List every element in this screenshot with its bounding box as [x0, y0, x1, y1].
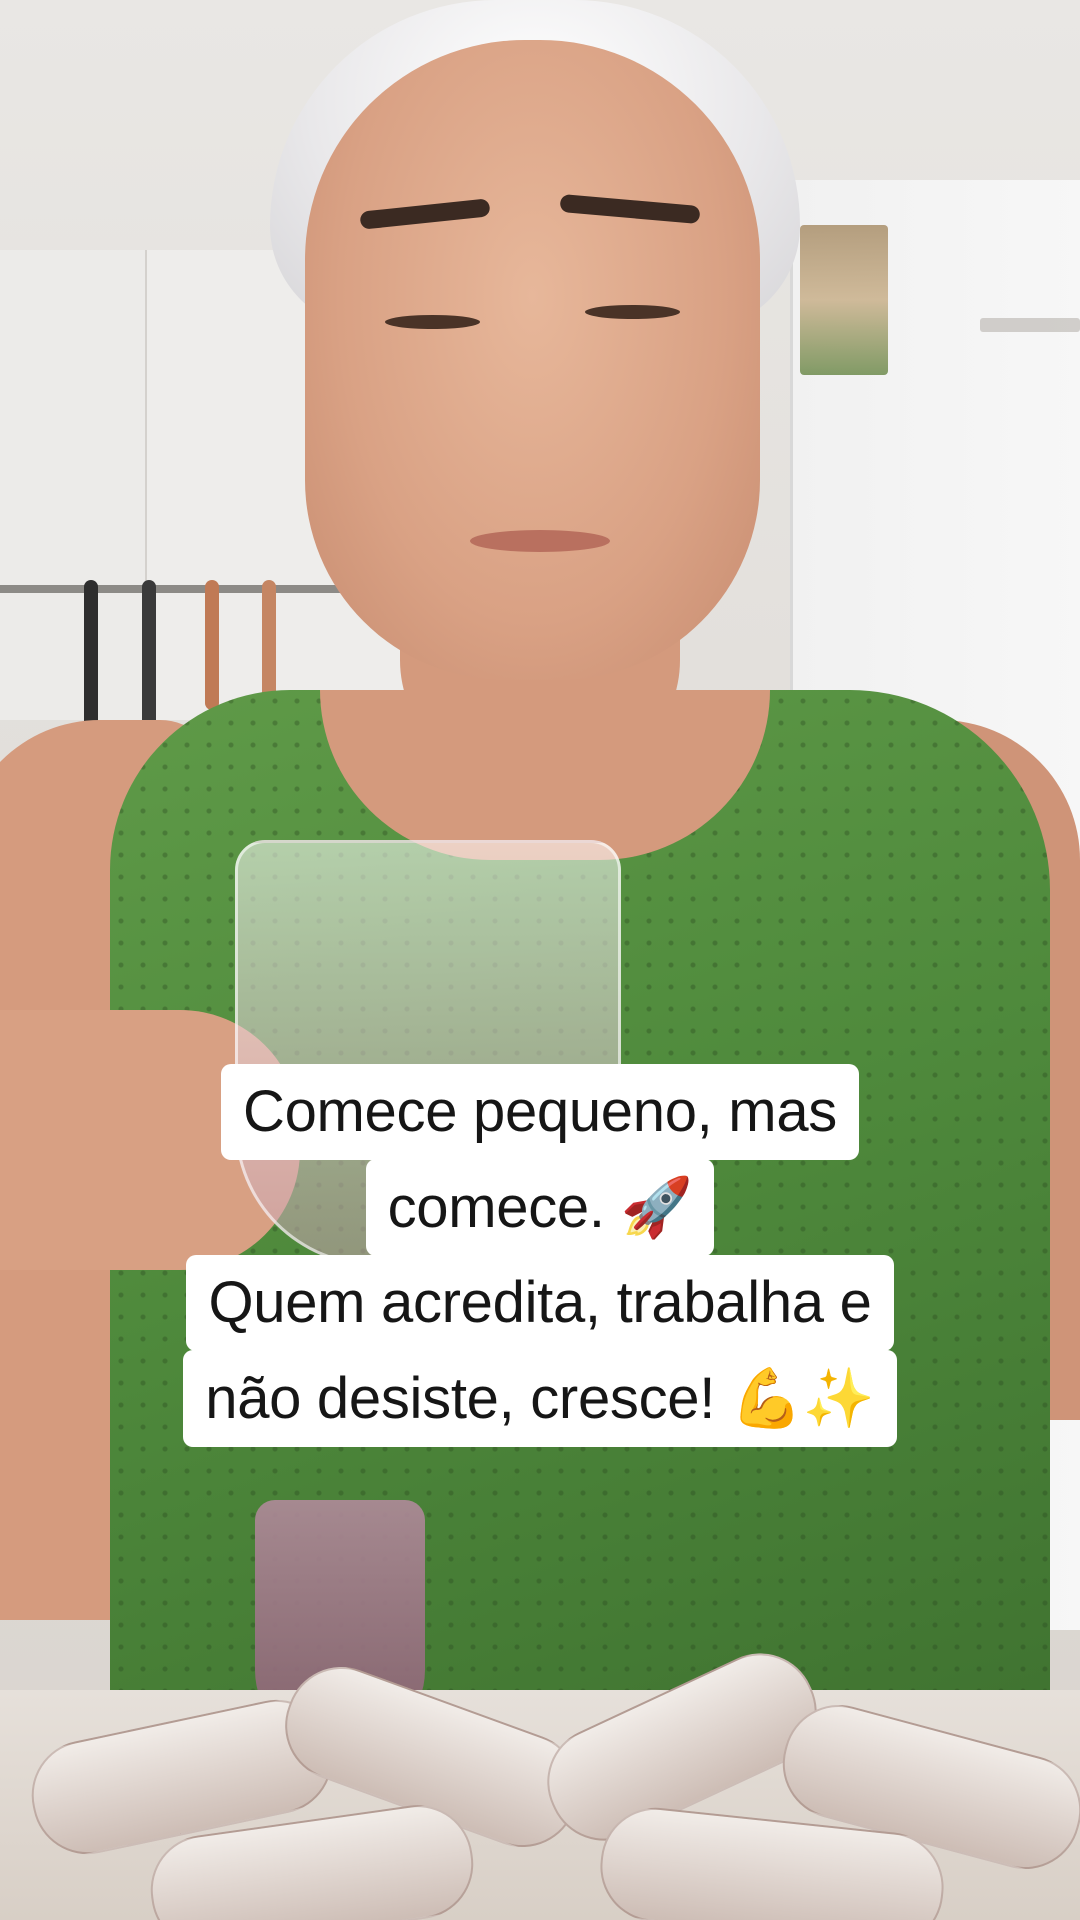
fridge-brand-logo	[980, 318, 1080, 332]
caption-line: Quem acredita, trabalha e	[186, 1255, 894, 1351]
caption-line: não desiste, cresce! 💪✨	[183, 1350, 897, 1447]
face	[305, 40, 760, 680]
eye	[585, 305, 680, 319]
caption-line: Comece pequeno, mas	[221, 1064, 859, 1160]
flexed-biceps-sparkles-icon: 💪✨	[730, 1364, 875, 1432]
rocket-icon: 🚀	[620, 1173, 693, 1241]
utensil	[205, 580, 219, 710]
mouth	[470, 530, 610, 552]
kitchen-cabinet	[0, 250, 147, 720]
caption-line: comece. 🚀	[365, 1159, 715, 1256]
caption-text: Comece pequeno, mas	[243, 1079, 837, 1144]
caption-text: comece.	[387, 1175, 605, 1240]
eye	[385, 315, 480, 329]
fridge-magnet	[800, 225, 888, 375]
caption-text: não desiste, cresce!	[205, 1366, 716, 1431]
utensil	[142, 580, 156, 730]
caption-text: Quem acredita, trabalha e	[208, 1270, 872, 1335]
caption-overlay: Comece pequeno, mas comece. 🚀 Quem acred…	[0, 1064, 1080, 1447]
video-frame[interactable]: Comece pequeno, mas comece. 🚀 Quem acred…	[0, 0, 1080, 1920]
